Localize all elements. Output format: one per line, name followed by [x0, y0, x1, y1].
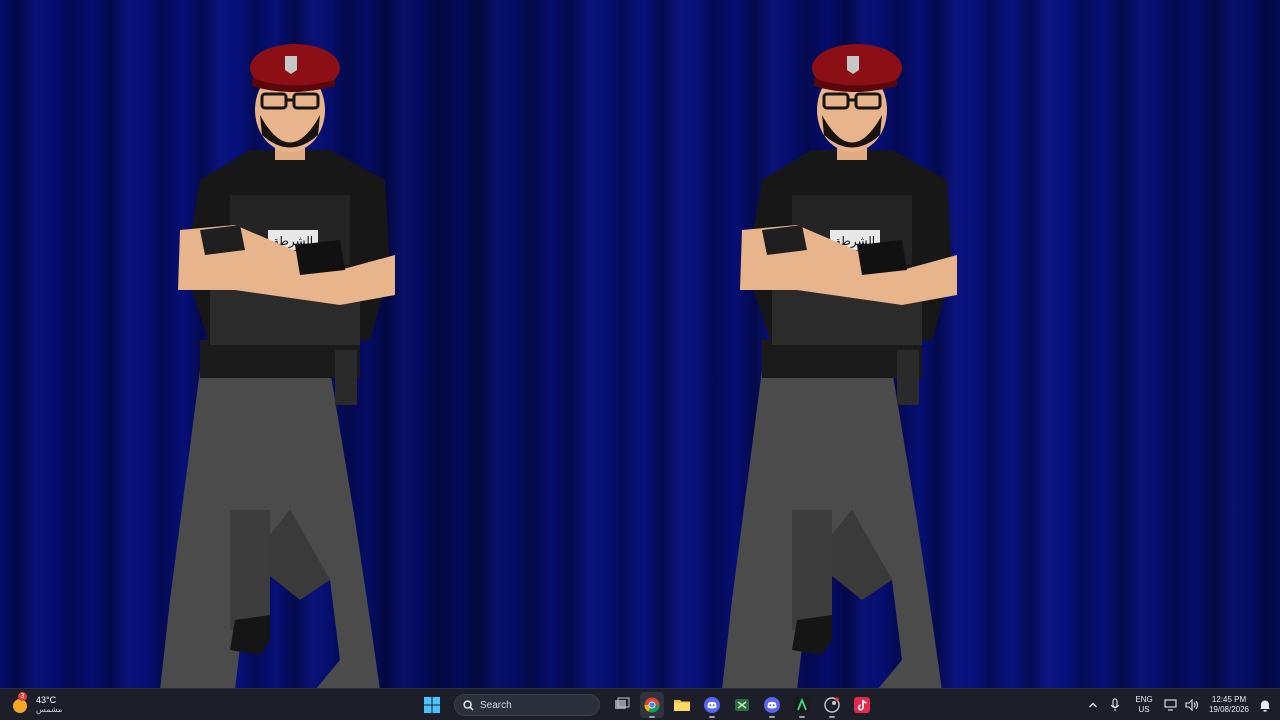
- xbox-button[interactable]: [730, 692, 754, 718]
- language-code: ENG: [1135, 695, 1153, 704]
- start-button[interactable]: [420, 692, 444, 718]
- xbox-icon: [735, 699, 749, 711]
- desktop-wallpaper: الشرطة الشرطة: [0, 0, 1280, 688]
- notifications-button[interactable]: [1258, 692, 1272, 718]
- taskbar-center: Search: [420, 689, 874, 721]
- chevron-up-icon: [1089, 702, 1097, 708]
- microphone-button[interactable]: [1104, 692, 1126, 718]
- show-hidden-icons-button[interactable]: [1088, 692, 1098, 718]
- discord-icon: [764, 697, 780, 713]
- weather-condition: مشمس: [36, 705, 63, 714]
- weather-temperature: 43°C: [36, 695, 57, 705]
- chrome-button[interactable]: [640, 692, 664, 718]
- volume-button[interactable]: [1184, 692, 1200, 718]
- language-region: US: [1138, 705, 1150, 714]
- clock-time: 12:45 PM: [1211, 695, 1247, 704]
- tiktok-button[interactable]: [850, 692, 874, 718]
- discord-second-button[interactable]: [760, 692, 784, 718]
- clock[interactable]: 12:45 PM 19/08/2026: [1206, 692, 1252, 718]
- clock-date: 19/08/2026: [1208, 705, 1250, 714]
- microphone-icon: [1110, 698, 1120, 711]
- discord-icon: [704, 697, 720, 713]
- bell-icon: [1260, 700, 1270, 712]
- file-explorer-button[interactable]: [670, 692, 694, 718]
- taskbar: 3 43°C مشمس Search ENG US 12:45 PM 19/08…: [0, 688, 1280, 720]
- tiktok-icon: [854, 697, 870, 713]
- language-indicator[interactable]: ENG US: [1132, 692, 1156, 718]
- search-icon: [463, 699, 474, 711]
- wallpaper-figure-right: الشرطة: [722, 44, 957, 688]
- network-icon: [1163, 699, 1177, 711]
- task-view-button[interactable]: [610, 692, 634, 718]
- editor-button[interactable]: [790, 692, 814, 718]
- search-label: Search: [480, 699, 512, 711]
- task-view-icon: [615, 697, 630, 709]
- windows-logo-icon: [424, 697, 440, 713]
- weather-widget[interactable]: 3 43°C مشمس: [10, 692, 62, 718]
- lambda-icon: [794, 697, 810, 713]
- system-tray: ENG US 12:45 PM 19/08/2026: [1088, 689, 1272, 721]
- chrome-icon: [644, 697, 660, 713]
- search-input[interactable]: Search: [454, 694, 600, 716]
- folder-icon: [674, 700, 690, 711]
- speaker-icon: [1185, 699, 1199, 711]
- weather-text: 43°C مشمس: [36, 695, 62, 715]
- notification-badge: 3: [18, 692, 27, 701]
- steam-button[interactable]: [820, 692, 844, 718]
- sun-icon: 3: [10, 692, 30, 715]
- network-button[interactable]: [1162, 692, 1178, 718]
- steam-icon: [824, 697, 840, 713]
- wallpaper-figure-left: الشرطة: [160, 44, 395, 688]
- discord-button[interactable]: [700, 692, 724, 718]
